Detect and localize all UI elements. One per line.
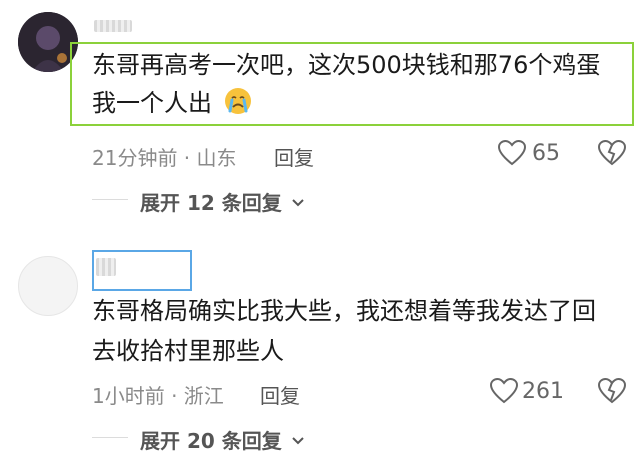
chevron-down-icon bbox=[291, 427, 305, 451]
comment-time-location: 21分钟前 · 山东 bbox=[92, 146, 237, 170]
comment-text-line2: 我一个人出 bbox=[92, 84, 252, 126]
comment-text-line2: 去收拾村里那些人 bbox=[92, 337, 284, 365]
chevron-down-icon bbox=[291, 189, 305, 213]
expand-divider bbox=[92, 437, 128, 438]
expand-replies-label: 展开 20 条回复 bbox=[140, 429, 282, 453]
heart-icon[interactable] bbox=[489, 377, 519, 408]
crying-face-emoji bbox=[224, 87, 252, 126]
avatar[interactable] bbox=[18, 256, 78, 316]
dislike-heart-icon[interactable] bbox=[597, 139, 627, 170]
comment-text-line2-text: 我一个人出 bbox=[92, 89, 212, 117]
reply-button[interactable]: 回复 bbox=[274, 142, 314, 171]
avatar-image bbox=[18, 12, 78, 72]
reply-button[interactable]: 回复 bbox=[260, 380, 300, 409]
expand-divider bbox=[92, 199, 128, 200]
comment-time-location: 1小时前 · 浙江 bbox=[92, 384, 224, 408]
like-count: 261 bbox=[522, 379, 564, 404]
comment-text-line1: 东哥格局确实比我大些，我还想着等我发达了回 bbox=[92, 297, 596, 325]
username-blurred[interactable] bbox=[96, 258, 116, 276]
heart-icon[interactable] bbox=[497, 139, 527, 170]
expand-replies-button[interactable]: 展开 12 条回复 bbox=[140, 187, 305, 216]
expand-replies-button[interactable]: 展开 20 条回复 bbox=[140, 425, 305, 454]
like-count: 65 bbox=[532, 141, 560, 166]
expand-replies-label: 展开 12 条回复 bbox=[140, 191, 282, 215]
avatar[interactable] bbox=[18, 12, 78, 72]
dislike-heart-icon[interactable] bbox=[597, 377, 627, 408]
username-blurred[interactable] bbox=[94, 20, 132, 32]
comment-text-line1: 东哥再高考一次吧，这次500块钱和那76个鸡蛋 bbox=[92, 51, 601, 79]
